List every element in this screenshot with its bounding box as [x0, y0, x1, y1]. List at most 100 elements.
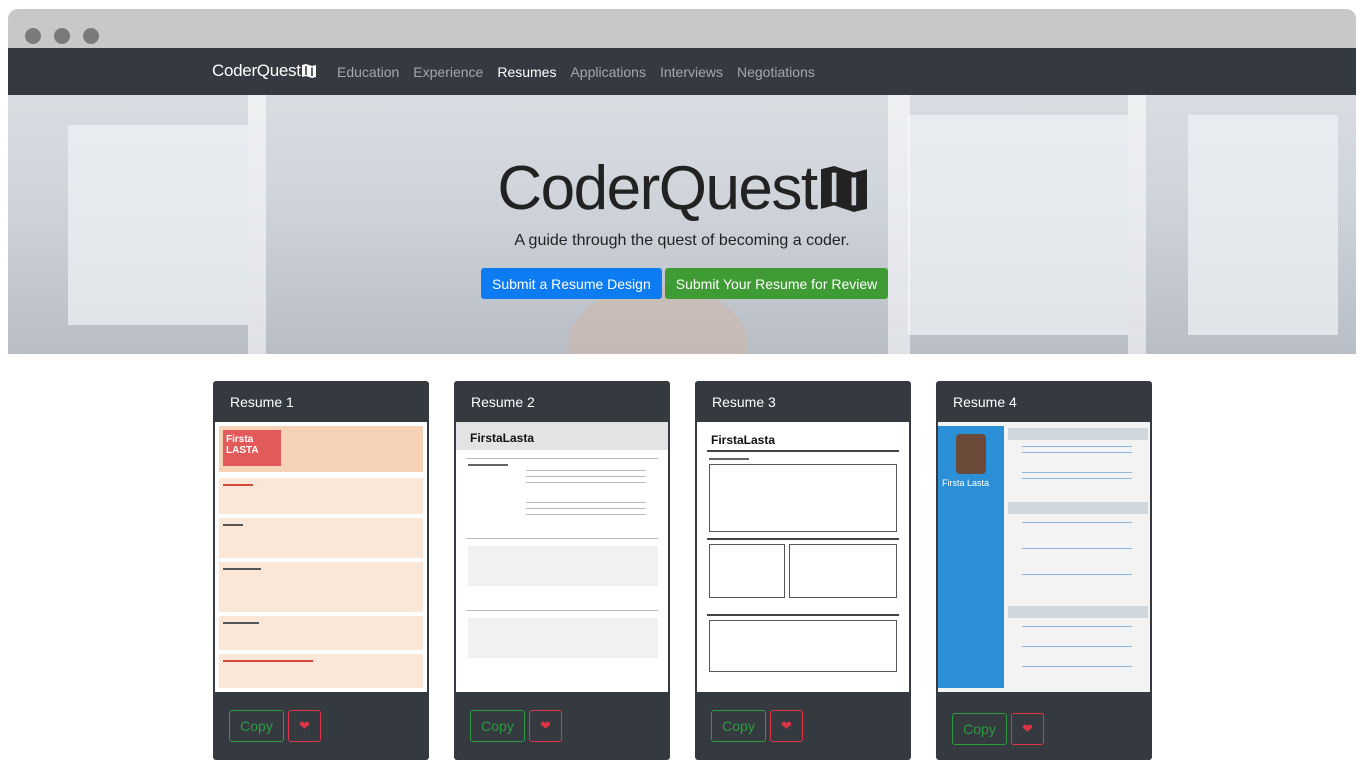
thumb-section	[219, 518, 423, 558]
thumb-text	[526, 514, 646, 515]
like-button[interactable]: ❤	[288, 710, 321, 742]
resume-card-4: Resume 4 Firsta Lasta Copy ❤	[936, 381, 1152, 760]
hero-banner: CoderQuest A guide through the quest of …	[8, 95, 1356, 354]
resume-thumbnail-3[interactable]: FirstaLasta	[697, 422, 909, 692]
thumb-divider	[707, 538, 899, 540]
thumb-block	[548, 546, 658, 586]
card-actions: Copy ❤	[229, 710, 321, 742]
card-actions: Copy ❤	[952, 713, 1044, 745]
thumb-text	[526, 482, 646, 483]
thumb-divider	[466, 610, 658, 611]
card-title: Resume 4	[953, 394, 1017, 410]
brand-label: CoderQuest	[212, 61, 301, 80]
close-window-dot[interactable]	[25, 28, 41, 44]
thumb-heading	[223, 568, 261, 570]
brand-link[interactable]: CoderQuest	[212, 61, 316, 81]
thumb-block	[709, 464, 897, 532]
navbar: CoderQuest Education Experience Resumes …	[8, 48, 1356, 95]
maximize-window-dot[interactable]	[83, 28, 99, 44]
hero-bg-frame	[248, 95, 266, 354]
thumb-block	[709, 620, 897, 672]
thumb-heading	[223, 524, 243, 526]
thumb-text	[526, 470, 646, 471]
minimize-window-dot[interactable]	[54, 28, 70, 44]
thumb-text	[1022, 666, 1132, 667]
hero-title: CoderQuest	[8, 153, 1356, 224]
thumb-heading	[468, 464, 508, 466]
thumb-name: Firsta LASTA	[226, 434, 259, 456]
thumb-block	[468, 618, 658, 658]
submit-design-button[interactable]: Submit a Resume Design	[481, 268, 662, 299]
window-titlebar	[8, 9, 1356, 48]
heart-icon: ❤	[299, 718, 310, 733]
thumb-text	[1022, 478, 1132, 479]
heart-icon: ❤	[781, 718, 792, 733]
like-button[interactable]: ❤	[529, 710, 562, 742]
thumb-name: FirstaLasta	[470, 431, 535, 445]
thumb-heading	[1008, 606, 1148, 618]
nav-education[interactable]: Education	[337, 64, 399, 80]
thumb-heading	[223, 660, 313, 662]
thumb-name: Firsta Lasta	[942, 478, 990, 488]
heart-icon: ❤	[540, 718, 551, 733]
copy-button[interactable]: Copy	[711, 710, 766, 742]
hero-subtitle: A guide through the quest of becoming a …	[514, 232, 850, 249]
hero-bg-window	[1188, 115, 1338, 335]
like-button[interactable]: ❤	[770, 710, 803, 742]
hero-bg-frame	[1128, 95, 1146, 354]
thumb-heading	[223, 484, 253, 486]
card-title: Resume 2	[471, 394, 535, 410]
hero-bg-window	[908, 115, 1128, 335]
thumb-text	[1022, 574, 1132, 575]
thumb-heading	[709, 458, 749, 460]
card-title: Resume 1	[230, 394, 294, 410]
thumb-divider	[707, 450, 899, 452]
thumb-heading	[1008, 502, 1148, 514]
nav-interviews[interactable]: Interviews	[660, 64, 723, 80]
card-actions: Copy ❤	[470, 710, 562, 742]
resume-thumbnail-4[interactable]: Firsta Lasta	[938, 422, 1150, 692]
nav-links: Education Experience Resumes Application…	[337, 64, 815, 80]
thumb-text	[1022, 626, 1132, 627]
thumb-name: FirstaLasta	[711, 433, 776, 447]
thumb-heading	[223, 622, 259, 624]
thumb-text	[1022, 522, 1132, 523]
thumb-divider	[466, 538, 658, 539]
resume-card-1: Resume 1 Firsta LASTA Copy ❤	[213, 381, 429, 760]
thumb-text	[526, 508, 646, 509]
map-icon	[301, 64, 316, 78]
heart-icon: ❤	[1022, 721, 1033, 736]
card-actions: Copy ❤	[711, 710, 803, 742]
thumb-heading	[1008, 428, 1148, 440]
resume-card-3: Resume 3 FirstaLasta Copy ❤	[695, 381, 911, 760]
thumb-divider	[466, 458, 658, 459]
copy-button[interactable]: Copy	[952, 713, 1007, 745]
copy-button[interactable]: Copy	[470, 710, 525, 742]
thumb-text	[1022, 548, 1132, 549]
thumb-text	[1022, 452, 1132, 453]
thumb-text	[526, 502, 646, 503]
resume-thumbnail-1[interactable]: Firsta LASTA	[215, 422, 427, 692]
like-button[interactable]: ❤	[1011, 713, 1044, 745]
submit-review-button[interactable]: Submit Your Resume for Review	[664, 268, 889, 299]
thumb-divider	[707, 614, 899, 616]
resume-card-2: Resume 2 FirstaLasta Copy ❤	[454, 381, 670, 760]
card-title: Resume 3	[712, 394, 776, 410]
map-icon	[820, 165, 867, 212]
thumb-text	[1022, 446, 1132, 447]
thumb-text	[1022, 472, 1132, 473]
thumb-avatar	[956, 434, 986, 474]
copy-button[interactable]: Copy	[229, 710, 284, 742]
nav-experience[interactable]: Experience	[413, 64, 483, 80]
nav-applications[interactable]: Applications	[570, 64, 646, 80]
nav-resumes[interactable]: Resumes	[497, 64, 556, 80]
thumb-text	[1022, 646, 1132, 647]
hero-button-group: Submit a Resume Design Submit Your Resum…	[481, 268, 889, 299]
thumb-block	[789, 544, 897, 598]
resume-thumbnail-2[interactable]: FirstaLasta	[456, 422, 668, 692]
thumb-text	[526, 476, 646, 477]
nav-negotiations[interactable]: Negotiations	[737, 64, 815, 80]
thumb-block	[468, 546, 548, 586]
hero-title-text: CoderQuest	[497, 154, 818, 223]
thumb-block	[709, 544, 785, 598]
